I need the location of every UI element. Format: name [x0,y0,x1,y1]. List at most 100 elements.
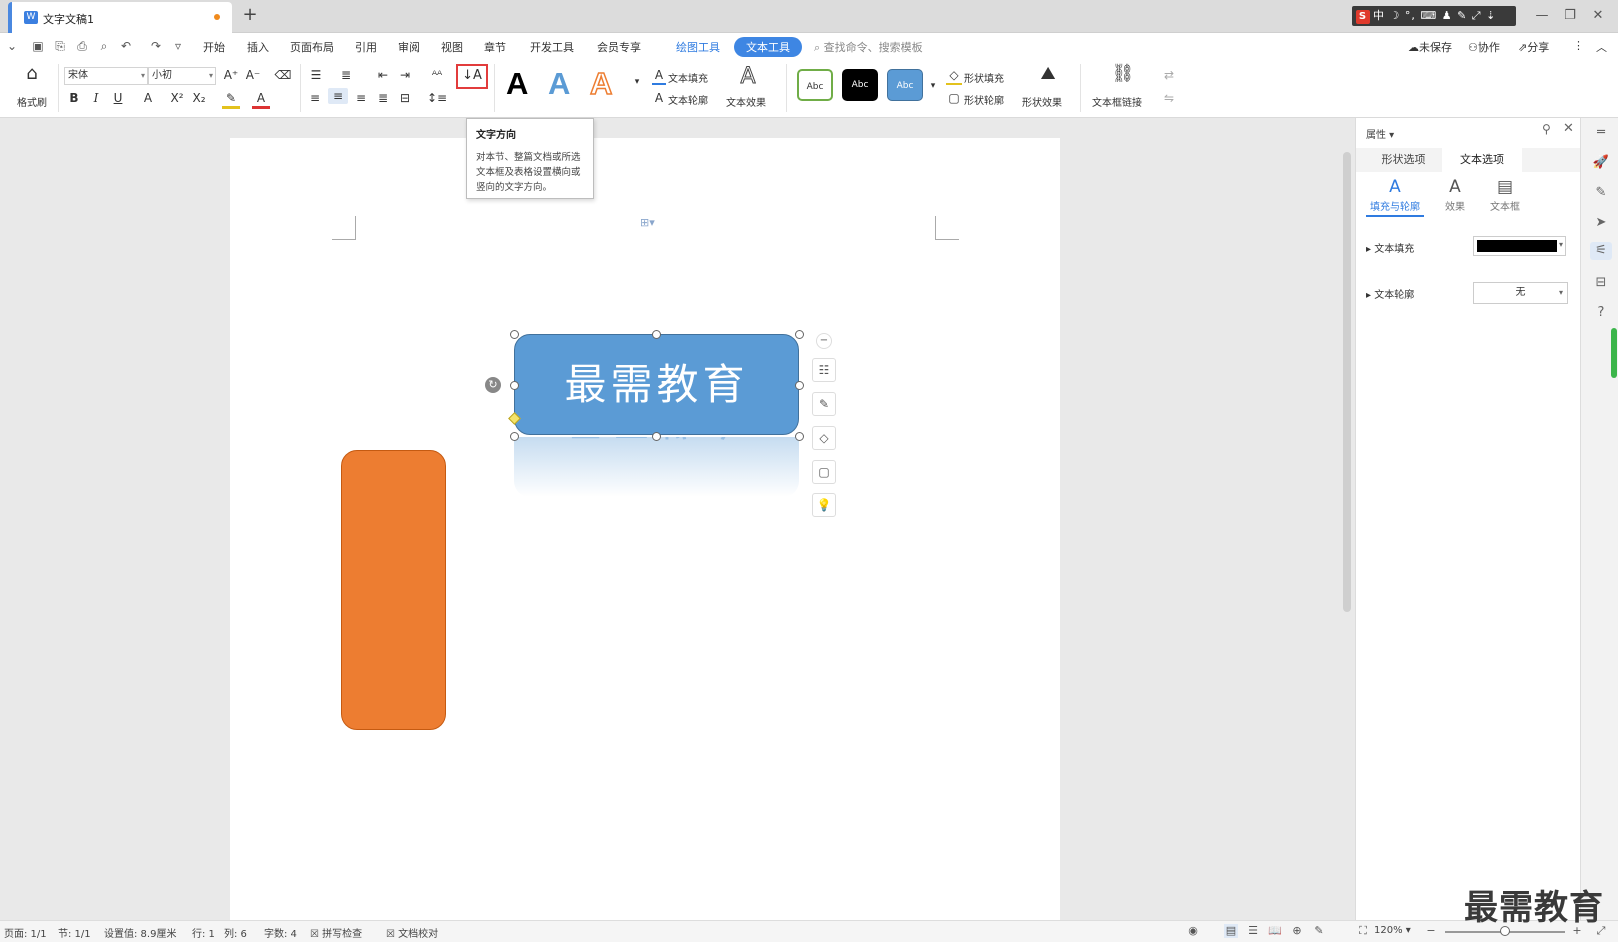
break-link-icon[interactable]: ⇋ [1160,90,1178,106]
line-spacing-icon[interactable]: ↕≡ [426,90,448,106]
menu-review[interactable]: 审阅 [398,39,420,55]
collaborate-button[interactable]: ⚇协作 [1468,39,1500,55]
text-outline-select[interactable]: 无 ▾ [1473,282,1568,304]
spellcheck-button[interactable]: ☒ 拼写检查 [310,925,362,940]
text-fill-icon[interactable]: A [652,67,666,85]
subtab-fill-outline[interactable]: A 填充与轮廓 [1366,176,1424,217]
resize-handle-bl[interactable] [510,432,519,441]
shape-fill-float-icon[interactable]: ◇ [812,426,836,450]
format-painter-icon[interactable]: ⌂ [20,65,44,86]
blue-rounded-rectangle[interactable]: 最需教育 [514,334,799,435]
highlight-icon[interactable]: ✎ [222,90,240,109]
shape-style-black[interactable]: Abc [842,69,878,101]
vertical-scrollbar[interactable] [1340,122,1354,922]
text-scale-icon[interactable]: ᴬᴬ [426,67,448,83]
subtab-textbox[interactable]: ▤ 文本框 [1476,176,1534,213]
unsaved-button[interactable]: ☁未保存 [1408,39,1452,55]
properties-icon[interactable]: ⚟ [1590,242,1612,260]
restore-button[interactable]: ❐ [1558,6,1582,26]
italic-icon[interactable]: I [88,90,104,106]
panel-title[interactable]: 属性 ▾ [1366,126,1394,141]
font-name-select[interactable]: 宋体 [64,67,148,85]
rotate-handle-icon[interactable]: ↻ [485,377,501,393]
text-style-blue[interactable]: A [548,64,570,104]
tab-shape-options[interactable]: 形状选项 [1366,148,1441,172]
shape-style-white[interactable]: Abc [797,69,833,101]
text-style-orange-outline[interactable]: A [589,64,613,104]
more-menu-icon[interactable]: ⋮ [1573,39,1584,52]
status-page[interactable]: 页面: 1/1 [4,925,47,940]
shape-outline-icon[interactable]: ▢ [946,90,962,106]
zoom-level[interactable]: 120% ▾ [1374,925,1411,936]
collapse-float-icon[interactable]: − [816,333,832,349]
menu-view[interactable]: 视图 [441,39,463,55]
numbered-list-icon[interactable]: ≣ [336,67,356,83]
underline-icon[interactable]: U [110,90,126,106]
backup-icon[interactable]: ⊟ [1592,274,1610,292]
orange-rounded-rectangle[interactable] [341,450,446,730]
eye-protection-icon[interactable]: ◉ [1186,924,1200,938]
tab-text-options[interactable]: 文本选项 [1442,148,1522,172]
shape-effects-label[interactable]: 形状效果 [1022,94,1062,109]
status-word-count[interactable]: 字数: 4 [264,925,297,940]
increase-indent-icon[interactable]: ⇥ [396,67,414,83]
strikethrough-icon[interactable]: A [140,90,156,106]
menu-chevron-icon[interactable]: ⌄ [4,38,20,54]
text-outline-icon[interactable]: A [652,90,666,106]
menu-member[interactable]: 会员专享 [597,39,641,55]
bullet-list-icon[interactable]: ☰ [306,67,326,83]
zoom-out-icon[interactable]: − [1424,924,1438,938]
rocket-icon[interactable]: 🚀 [1592,154,1610,172]
new-tab-button[interactable]: + [240,5,260,25]
text-style-black[interactable]: A [506,64,528,104]
status-setting-value[interactable]: 设置值: 8.9厘米 [104,925,176,940]
shape-fill-icon[interactable]: ◇ [946,67,962,85]
menu-chapter[interactable]: 章节 [484,39,506,55]
clear-format-icon[interactable]: ⌫ [274,67,292,83]
more-shape-styles-icon[interactable]: ▾ [928,78,938,94]
textbox-link-icon[interactable]: ⛓ [1110,65,1136,88]
superscript-icon[interactable]: X² [168,90,186,106]
increase-font-icon[interactable]: A⁺ [222,67,240,83]
blue-shape-text[interactable]: 最需教育 [515,335,798,434]
menu-page-layout[interactable]: 页面布局 [290,39,334,55]
menu-developer[interactable]: 开发工具 [530,39,574,55]
textbox-link-label[interactable]: 文本框链接 [1092,94,1142,109]
menu-drawing-tools[interactable]: 绘图工具 [676,39,720,55]
print-icon[interactable]: ⎙ [74,38,90,54]
customize-toolbar-icon[interactable]: ▿ [170,38,186,54]
paragraph-layout-icon[interactable]: ⊞▾ [640,216,655,229]
write-mode-icon[interactable]: ✎ [1312,924,1326,938]
text-fill-color-picker[interactable]: ▾ [1473,236,1566,256]
layout-options-icon[interactable]: ☷ [812,358,836,382]
shape-effects-icon[interactable]: ⛰ [1036,65,1060,88]
text-outline-row[interactable]: ▸ 文本轮廓 [1366,286,1414,301]
text-fill-label[interactable]: 文本填充 [668,70,708,85]
shape-outline-label[interactable]: 形状轮廓 [964,92,1004,107]
bold-icon[interactable]: B [66,90,82,106]
menu-insert[interactable]: 插入 [247,39,269,55]
align-right-icon[interactable]: ≡ [352,90,370,106]
align-center-icon[interactable]: ≡ [328,88,348,104]
create-link-icon[interactable]: ⇄ [1160,67,1178,83]
decrease-font-icon[interactable]: A⁻ [244,67,262,83]
resize-handle-r[interactable] [795,381,804,390]
subscript-icon[interactable]: X₂ [190,90,208,106]
minimize-button[interactable]: — [1530,6,1554,26]
ime-toolbar[interactable]: S中 ☽ °, ⌨ ♟ ✎ ⤢ ⇣ [1352,6,1516,26]
shape-fill-label[interactable]: 形状填充 [964,70,1004,85]
web-view-icon[interactable]: ⊕ [1290,924,1304,938]
page-view-icon[interactable]: ▤ [1224,924,1238,938]
resize-handle-t[interactable] [652,330,661,339]
shape-frame-float-icon[interactable]: ▢ [812,460,836,484]
menu-home[interactable]: 开始 [203,39,225,55]
document-tab[interactable]: W 文字文稿1 [8,2,232,33]
resize-handle-tr[interactable] [795,330,804,339]
font-color-icon[interactable]: A [252,90,270,109]
share-button[interactable]: ⇗分享 [1518,39,1549,55]
export-pdf-icon[interactable]: ⎘ [52,38,68,54]
help-icon[interactable]: ? [1592,304,1610,322]
outline-view-icon[interactable]: ☰ [1246,924,1260,938]
align-left-icon[interactable]: ≡ [306,90,324,106]
pin-icon[interactable]: ⚲ [1542,122,1551,136]
